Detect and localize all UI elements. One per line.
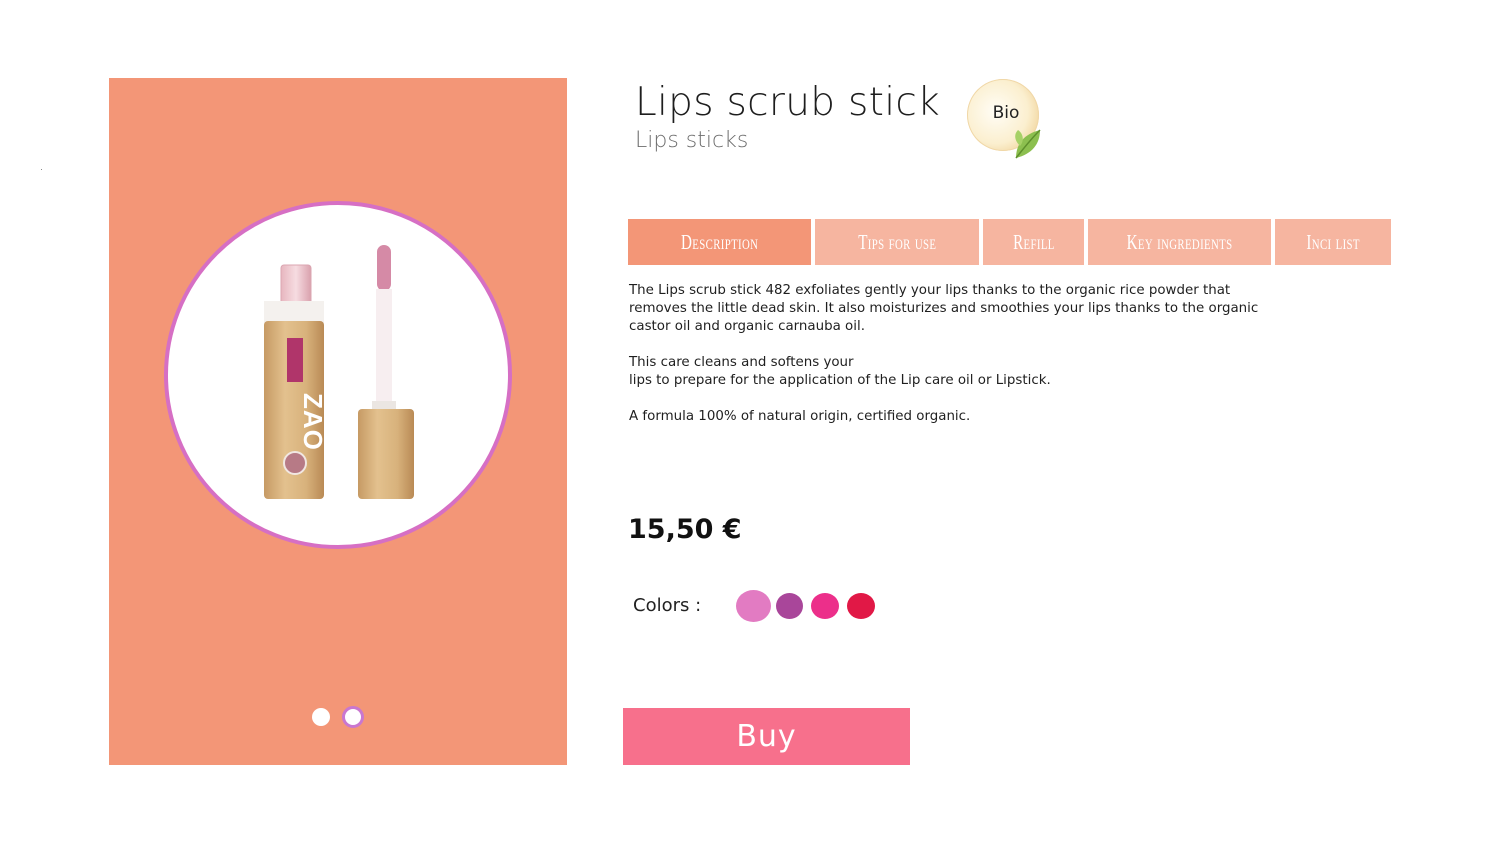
description-paragraph-1: The Lips scrub stick 482 exfoliates gent… <box>629 283 1259 334</box>
bio-badge-label: Bio <box>992 103 1020 123</box>
description-paragraph-3: A formula 100% of natural origin, certif… <box>629 409 971 424</box>
tab-inci-list-label: Inci list <box>1306 229 1360 254</box>
tab-refill[interactable]: Refill <box>983 219 1084 265</box>
description-text: The Lips scrub stick 482 exfoliates gent… <box>629 282 1269 444</box>
slide-dot-2[interactable] <box>342 706 364 728</box>
tab-description[interactable]: Description <box>628 219 811 265</box>
product-image-frame: ZAO <box>164 201 512 549</box>
color-swatch-3[interactable] <box>811 593 839 619</box>
stray-dot <box>41 169 42 170</box>
color-swatch-2[interactable] <box>776 593 803 619</box>
product-image: ZAO <box>264 245 414 499</box>
leaf-icon <box>1015 129 1041 159</box>
product-category: Lips sticks <box>635 128 749 153</box>
color-swatch-4[interactable] <box>847 593 875 619</box>
gallery-pagination <box>312 705 364 729</box>
tab-key-ingredients-label: Key ingredients <box>1126 229 1233 254</box>
bio-badge: Bio <box>964 76 1050 162</box>
description-paragraph-2: This care cleans and softens your lips to… <box>629 354 1269 390</box>
tab-refill-label: Refill <box>1012 229 1055 254</box>
slide-dot-1[interactable] <box>312 708 330 726</box>
product-title: Lips scrub stick <box>635 80 940 125</box>
buy-button[interactable]: Buy <box>623 708 910 765</box>
tab-tips-for-use[interactable]: Tips for use <box>815 219 979 265</box>
colors-label: Colors : <box>633 595 702 616</box>
tab-key-ingredients[interactable]: Key ingredients <box>1088 219 1271 265</box>
product-gallery: ZAO <box>109 78 567 765</box>
product-price: 15,50 € <box>628 514 742 545</box>
tab-description-label: Description <box>680 229 759 254</box>
tab-tips-for-use-label: Tips for use <box>857 229 937 254</box>
brand-logo: ZAO <box>298 393 328 451</box>
tab-inci-list[interactable]: Inci list <box>1275 219 1391 265</box>
description-paragraph-2-line-1: This care cleans and softens your <box>629 355 854 370</box>
color-swatch-1[interactable] <box>736 590 771 622</box>
description-paragraph-2-line-2: lips to prepare for the application of t… <box>629 373 1051 388</box>
